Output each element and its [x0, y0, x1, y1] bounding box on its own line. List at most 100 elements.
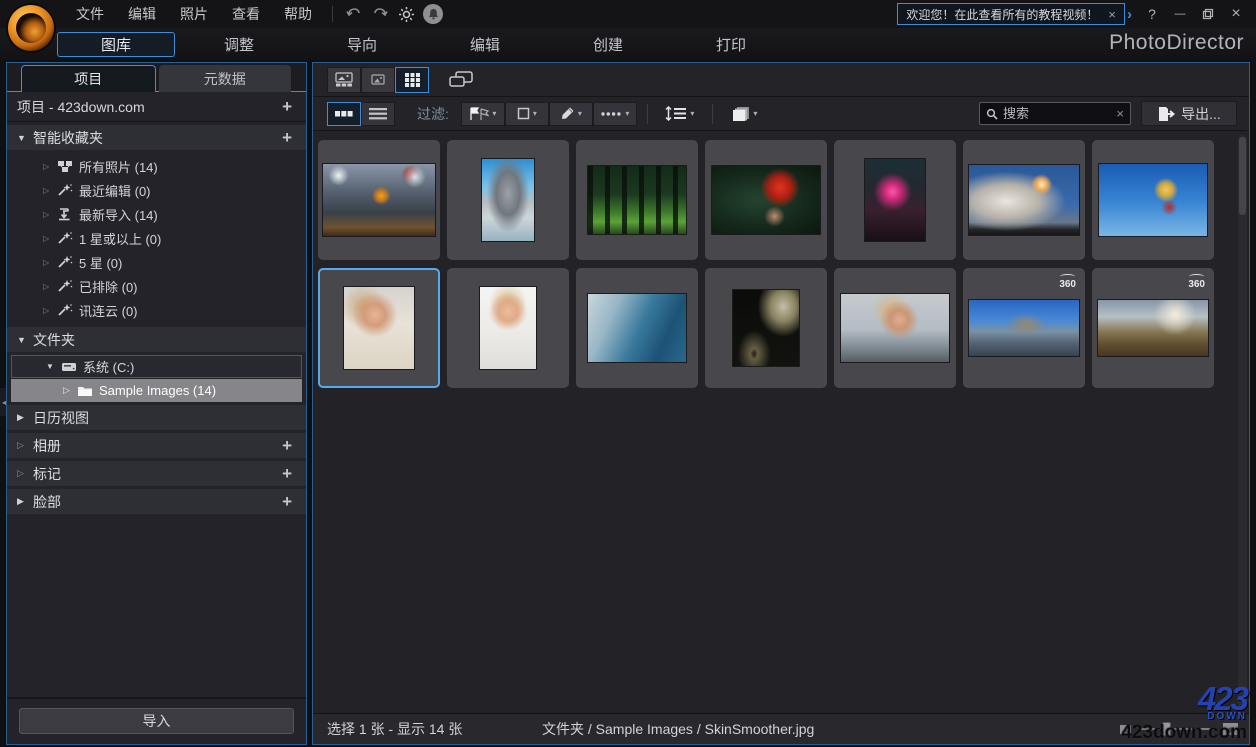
add-button[interactable]: +: [278, 436, 296, 456]
sidebar-tree-item[interactable]: ▷ 讯连云 (0): [7, 298, 306, 322]
photo-thumbnail-neon-storefront[interactable]: [864, 158, 926, 242]
photo-card-neon-storefront[interactable]: [834, 140, 956, 260]
photo-card-woman-smiling-portrait[interactable]: [318, 268, 440, 388]
help-button[interactable]: ?: [1140, 4, 1164, 24]
module-tab-1[interactable]: 图库: [57, 31, 175, 57]
import-button[interactable]: 导入: [19, 708, 294, 734]
expand-arrow-icon[interactable]: ▶: [17, 496, 33, 507]
folder-row-sample-images[interactable]: ▷ Sample Images (14): [11, 379, 302, 402]
bell-icon[interactable]: [423, 4, 443, 24]
label-filter-icon[interactable]: ▾: [504, 101, 549, 126]
add-smart-collection-button[interactable]: +: [278, 128, 296, 148]
drive-row-system-c[interactable]: ▼ 系统 (C:): [11, 355, 302, 378]
expand-arrow-icon[interactable]: ▼: [17, 133, 33, 143]
search-input[interactable]: [1003, 106, 1117, 121]
search-clear-icon[interactable]: ×: [1116, 106, 1124, 121]
expand-arrow-icon[interactable]: ▼: [17, 335, 33, 345]
edited-filter-icon[interactable]: ▾: [548, 101, 593, 126]
sidebar-tree-item[interactable]: ▷ 1 星或以上 (0): [7, 226, 306, 250]
photo-card-woman-leaning-portrait[interactable]: [834, 268, 956, 388]
photo-card-rocket-launch[interactable]: [963, 140, 1085, 260]
list-icon[interactable]: [361, 101, 395, 126]
module-tab-4[interactable]: 编辑: [426, 32, 544, 57]
photo-card-red-maple-leaf[interactable]: [705, 140, 827, 260]
sidebar-tree-item[interactable]: ▷ 最新导入 (14): [7, 202, 306, 226]
menu-item[interactable]: 照片: [168, 0, 220, 29]
expand-arrow-icon[interactable]: ▼: [46, 362, 61, 371]
viewer-view-button[interactable]: [327, 66, 361, 93]
sidebar-tab[interactable]: 元数据: [158, 65, 291, 92]
minimize-button[interactable]: —: [1168, 4, 1192, 24]
stack-icon[interactable]: ▾: [723, 102, 767, 126]
module-tab-6[interactable]: 打印: [672, 32, 790, 57]
expand-arrow-icon[interactable]: ▶: [17, 412, 33, 423]
expand-arrow-icon[interactable]: ▷: [17, 468, 33, 479]
sidebar-section-日历视图[interactable]: ▶ 日历视图: [7, 405, 306, 430]
photo-thumbnail-basketball-dunk[interactable]: [322, 163, 436, 237]
redo-icon[interactable]: [367, 3, 393, 25]
photo-card-woman-laughing-portrait[interactable]: [447, 268, 569, 388]
module-tab-3[interactable]: 导向: [303, 32, 421, 57]
sidebar-section-脸部[interactable]: ▶ 脸部 +: [7, 489, 306, 514]
rating-filter-icon[interactable]: ▾: [592, 101, 637, 126]
sidebar-section-相册[interactable]: ▷ 相册 +: [7, 433, 306, 458]
gear-icon[interactable]: [393, 3, 419, 25]
dual-display-icon[interactable]: [445, 69, 477, 91]
photo-card-pano-360-cliff[interactable]: 360: [963, 268, 1085, 388]
module-tab-5[interactable]: 创建: [549, 32, 667, 57]
folders-section[interactable]: ▼ 文件夹: [7, 327, 306, 352]
photo-thumbnail-woman-laughing-portrait[interactable]: [479, 286, 537, 370]
expand-arrow-icon[interactable]: ▷: [43, 162, 57, 171]
photo-card-skateboarder-jump[interactable]: [1092, 140, 1214, 260]
flags-filter-icon[interactable]: ▾: [460, 101, 505, 126]
photo-card-rock-island-boat[interactable]: [447, 140, 569, 260]
photo-thumbnail-woman-leaning-portrait[interactable]: [840, 293, 950, 363]
sidebar-tree-item[interactable]: ▷ 所有照片 (14): [7, 154, 306, 178]
expand-arrow-icon[interactable]: ▷: [63, 385, 77, 396]
menu-item[interactable]: 查看: [220, 0, 272, 29]
photo-card-ocean-wave[interactable]: [576, 268, 698, 388]
expand-arrow-icon[interactable]: ▷: [43, 234, 57, 243]
smart-collection-section[interactable]: ▼ 智能收藏夹 +: [7, 125, 306, 150]
photo-card-dark-window-light[interactable]: [705, 268, 827, 388]
add-button[interactable]: +: [278, 464, 296, 484]
module-tab-2[interactable]: 调整: [180, 32, 298, 57]
photo-thumbnail-skateboarder-jump[interactable]: [1098, 163, 1208, 237]
thumbnail-size-slider[interactable]: [1140, 722, 1214, 736]
export-button[interactable]: 导出...: [1141, 101, 1237, 126]
photo-thumbnail-woman-smiling-portrait[interactable]: [343, 286, 415, 370]
scrollbar-thumb[interactable]: [1239, 137, 1246, 215]
menu-item[interactable]: 帮助: [272, 0, 324, 29]
photo-card-pano-360-canyon[interactable]: 360: [1092, 268, 1214, 388]
expand-arrow-icon[interactable]: ▷: [43, 306, 57, 315]
single-view-button[interactable]: [361, 66, 395, 93]
photo-thumbnail-forest-moss[interactable]: [587, 165, 687, 235]
restore-icon[interactable]: [1196, 4, 1220, 24]
small-thumb-icon[interactable]: [1119, 724, 1132, 735]
expand-arrow-icon[interactable]: ▷: [17, 440, 33, 451]
sidebar-tree-item[interactable]: ▷ 最近编辑 (0): [7, 178, 306, 202]
photo-thumbnail-rocket-launch[interactable]: [968, 164, 1080, 236]
grid-view-button[interactable]: [395, 66, 429, 93]
expand-arrow-icon[interactable]: ▷: [43, 282, 57, 291]
photo-thumbnail-ocean-wave[interactable]: [587, 293, 687, 363]
tooltip-close-icon[interactable]: ×: [1108, 7, 1116, 22]
sidebar-tree-item[interactable]: ▷ 5 星 (0): [7, 250, 306, 274]
expand-arrow-icon[interactable]: ▷: [43, 258, 57, 267]
thumbnails-icon[interactable]: [327, 101, 361, 126]
sidebar-section-标记[interactable]: ▷ 标记 +: [7, 461, 306, 486]
menu-item[interactable]: 编辑: [116, 0, 168, 29]
menu-item[interactable]: 文件: [64, 0, 116, 29]
photo-thumbnail-pano-360-cliff[interactable]: [968, 299, 1080, 357]
add-project-button[interactable]: +: [278, 97, 296, 117]
photo-thumbnail-rock-island-boat[interactable]: [481, 158, 535, 242]
sidebar-tree-item[interactable]: ▷ 已排除 (0): [7, 274, 306, 298]
close-button[interactable]: ×: [1224, 4, 1248, 24]
photo-card-basketball-dunk[interactable]: [318, 140, 440, 260]
sort-icon[interactable]: ▾: [658, 102, 702, 126]
slider-handle[interactable]: [1162, 722, 1171, 736]
sidebar-tab[interactable]: 项目: [21, 65, 156, 92]
expand-arrow-icon[interactable]: ▷: [43, 186, 57, 195]
photo-thumbnail-dark-window-light[interactable]: [732, 289, 800, 367]
vertical-scrollbar[interactable]: [1238, 135, 1247, 711]
